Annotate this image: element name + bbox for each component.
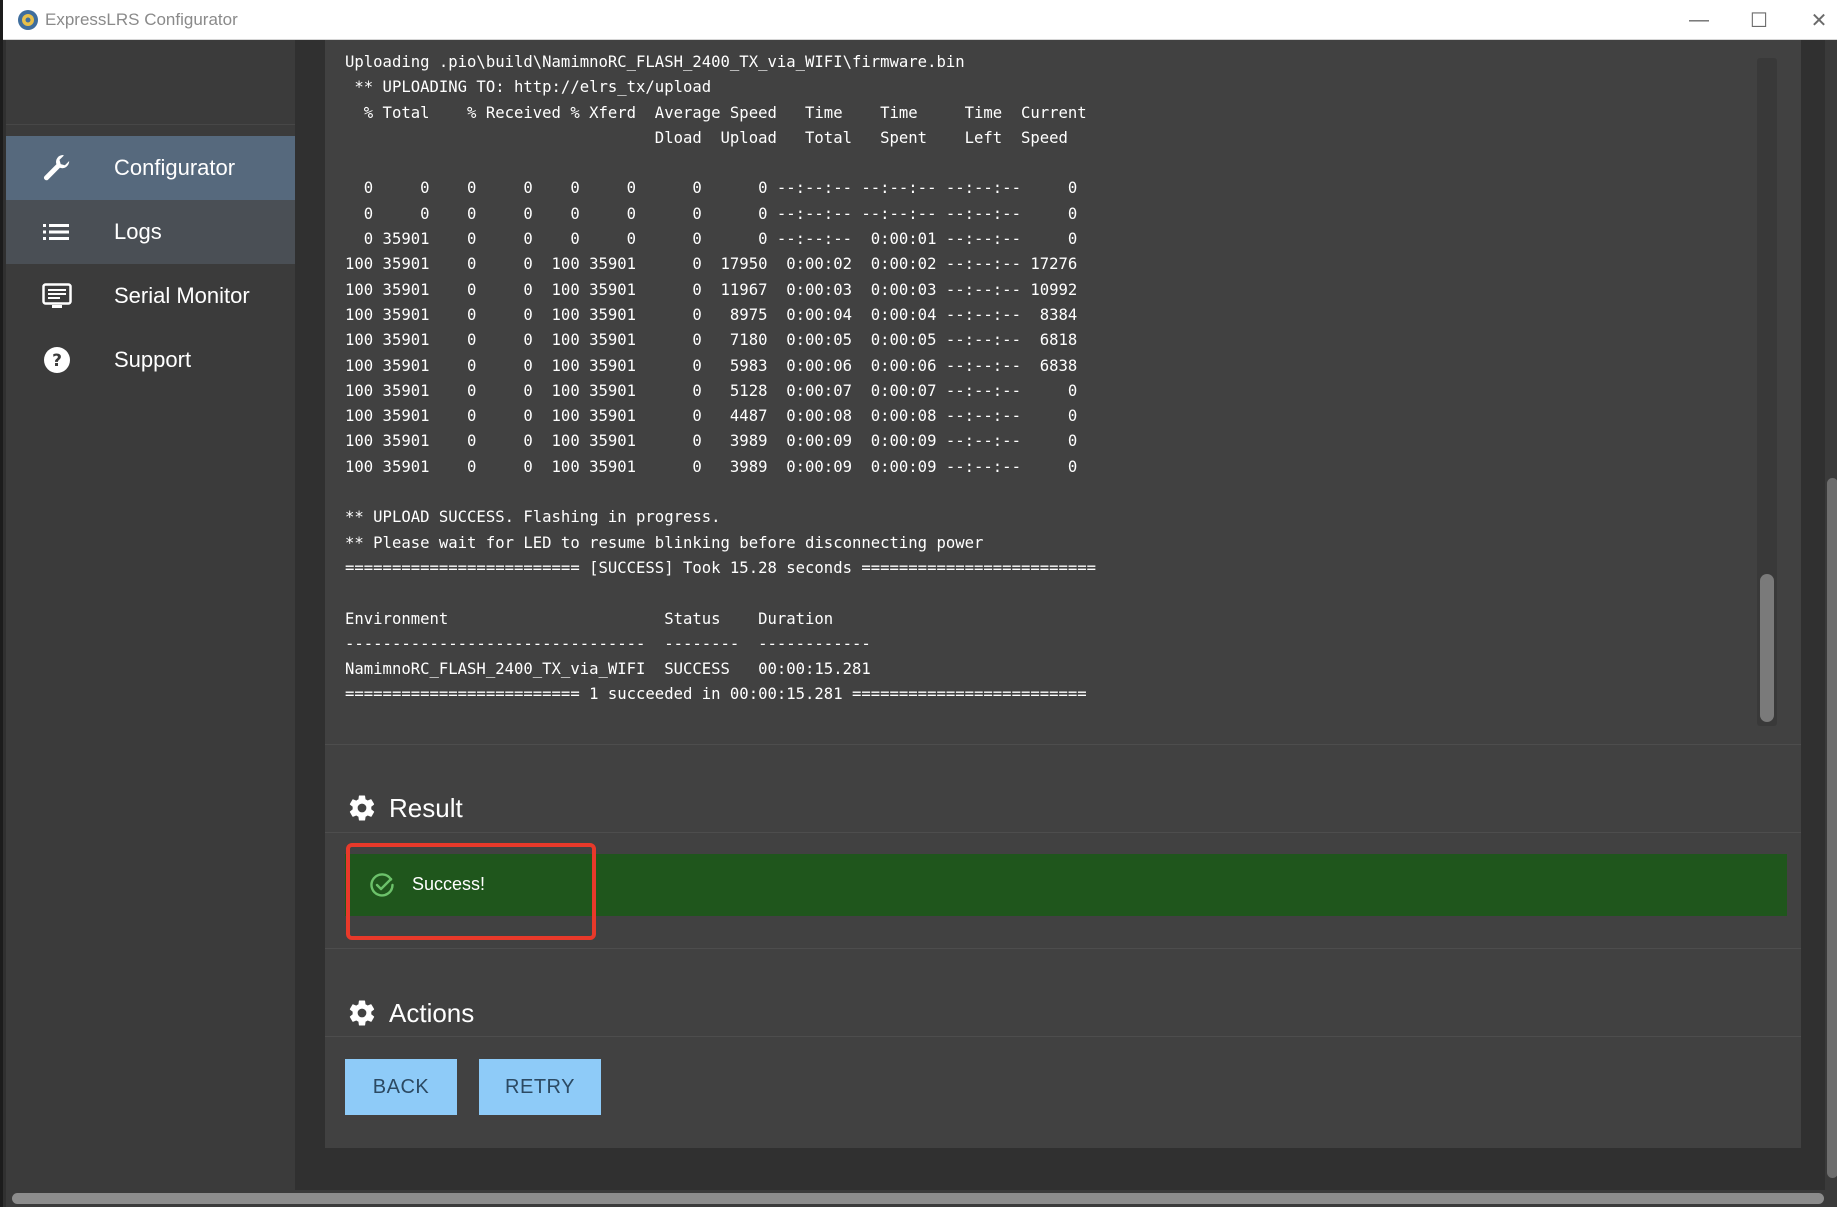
gear-icon xyxy=(349,1000,375,1026)
log-scrollbar-thumb[interactable] xyxy=(1760,574,1774,722)
build-log-output: Uploading .pio\build\NamimnoRC_FLASH_240… xyxy=(345,50,1735,740)
section-divider xyxy=(325,1036,1801,1037)
app-logo-icon xyxy=(18,10,38,30)
section-divider xyxy=(325,832,1801,833)
sidebar-item-logs[interactable]: Logs xyxy=(6,200,295,264)
actions-heading-text: Actions xyxy=(389,997,475,1028)
window-title: ExpressLRS Configurator xyxy=(45,10,238,29)
help-icon: ? xyxy=(40,344,74,376)
sidebar-item-serial-monitor[interactable]: Serial Monitor xyxy=(6,264,295,328)
minimize-button[interactable]: — xyxy=(1669,0,1729,40)
title-bar: ExpressLRS Configurator — ☐ ✕ xyxy=(3,0,1837,40)
sidebar-divider xyxy=(6,124,295,125)
main-content: Uploading .pio\build\NamimnoRC_FLASH_240… xyxy=(295,40,1837,1190)
log-scrollbar[interactable] xyxy=(1757,58,1777,726)
page-scrollbar[interactable] xyxy=(1825,40,1837,1190)
log-text: Uploading .pio\build\NamimnoRC_FLASH_240… xyxy=(345,53,1097,704)
sidebar: Configurator Logs Serial Monitor ? Suppo… xyxy=(6,40,295,1190)
sidebar-item-label: Serial Monitor xyxy=(114,283,250,308)
result-heading: Result xyxy=(347,788,463,828)
sidebar-item-label: Support xyxy=(114,347,192,372)
actions-heading: Actions xyxy=(347,993,474,1033)
back-button[interactable]: BACK xyxy=(345,1059,457,1115)
close-button[interactable]: ✕ xyxy=(1789,0,1837,40)
sidebar-item-label: Logs xyxy=(114,219,162,244)
result-heading-text: Result xyxy=(389,792,463,823)
flash-panel: Uploading .pio\build\NamimnoRC_FLASH_240… xyxy=(325,40,1801,1148)
maximize-button[interactable]: ☐ xyxy=(1729,0,1789,40)
sidebar-item-label: Configurator xyxy=(114,155,236,180)
page-scrollbar-thumb[interactable] xyxy=(1827,478,1837,1178)
retry-button[interactable]: RETRY xyxy=(479,1059,601,1115)
monitor-icon xyxy=(40,280,74,312)
svg-text:?: ? xyxy=(52,351,62,371)
section-divider xyxy=(325,948,1801,949)
sidebar-item-support[interactable]: ? Support xyxy=(6,328,295,392)
app-window: ExpressLRS Configurator — ☐ ✕ Configurat… xyxy=(0,0,1837,1207)
section-divider xyxy=(325,744,1801,745)
horizontal-scrollbar[interactable] xyxy=(6,1190,1837,1207)
wrench-icon xyxy=(40,152,74,184)
horizontal-scrollbar-thumb[interactable] xyxy=(12,1193,1824,1204)
highlight-annotation xyxy=(346,843,596,940)
gear-icon xyxy=(349,795,375,821)
sidebar-item-configurator[interactable]: Configurator xyxy=(6,136,295,200)
list-icon xyxy=(40,216,74,248)
